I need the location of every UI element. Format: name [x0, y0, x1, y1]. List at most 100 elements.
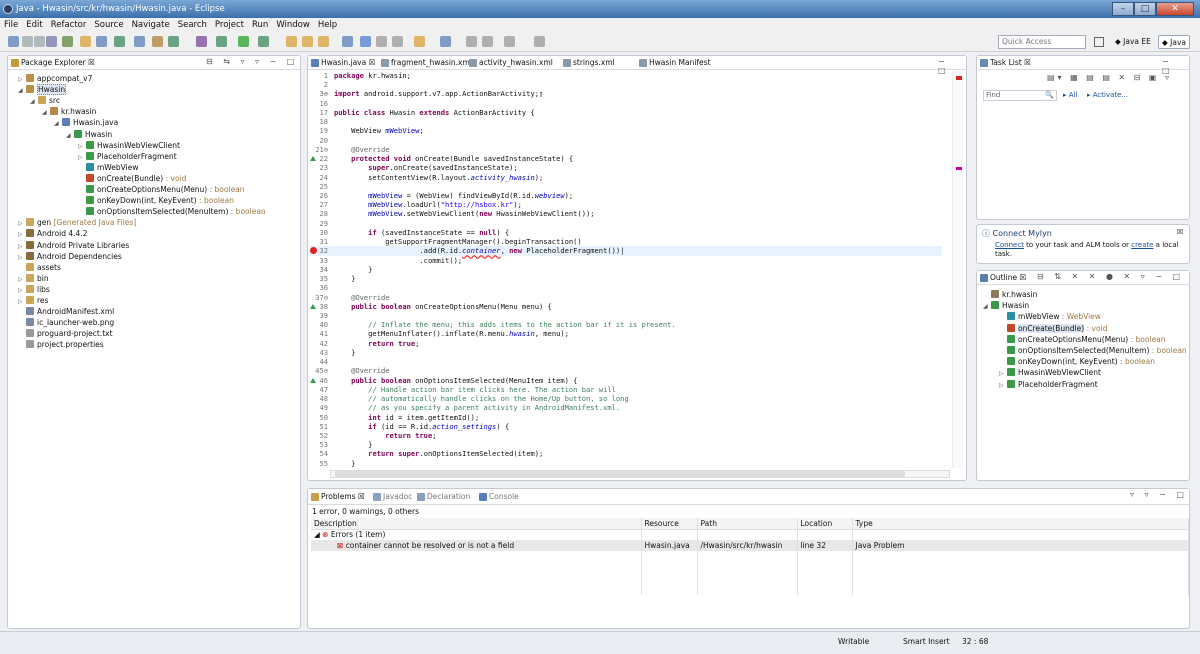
column-resource[interactable]: Resource: [641, 518, 698, 529]
code-line[interactable]: 45⊖ @Override: [310, 366, 942, 375]
code-line[interactable]: 46 public boolean onOptionsItemSelected(…: [310, 376, 942, 385]
code-line[interactable]: 23 super.onCreate(savedInstanceState);: [310, 163, 942, 172]
tree-item[interactable]: onOptionsItemSelected(MenuItem) : boolea…: [78, 206, 266, 217]
error-group-row[interactable]: ◢ ⊗ Errors (1 item): [311, 529, 1189, 540]
expand-icon[interactable]: ▷: [999, 380, 1007, 391]
override-icon[interactable]: [310, 156, 316, 162]
tab-problems[interactable]: Problems ☒: [310, 491, 365, 503]
expand-icon[interactable]: ◢: [983, 301, 991, 312]
code-line[interactable]: 55 }: [310, 459, 942, 468]
quick-access-input[interactable]: Quick Access: [998, 35, 1086, 49]
overview-ruler[interactable]: [952, 71, 964, 468]
code-line[interactable]: 20: [310, 136, 942, 145]
code-line[interactable]: 48 // automatically handle clicks on the…: [310, 394, 942, 403]
toolbar-icon[interactable]: [196, 36, 207, 47]
tree-item[interactable]: ▷ Android Private Libraries: [18, 240, 129, 251]
expand-icon[interactable]: ◢: [66, 130, 74, 141]
code-line[interactable]: 38 public boolean onCreateOptionsMenu(Me…: [310, 302, 942, 311]
toolbar-icon[interactable]: [482, 36, 493, 47]
code-line[interactable]: 47 // Handle action bar item clicks here…: [310, 385, 942, 394]
expand-icon[interactable]: ◢: [42, 107, 50, 118]
toolbar-icon[interactable]: [342, 36, 353, 47]
toolbar-icon[interactable]: [168, 36, 179, 47]
code-line[interactable]: 25: [310, 182, 942, 191]
tree-item[interactable]: ic_launcher-web.png: [18, 317, 114, 328]
connect-link[interactable]: Connect: [995, 241, 1024, 249]
close-tab-icon[interactable]: ☒: [366, 58, 376, 67]
toolbar-icon[interactable]: [34, 36, 45, 47]
outline-item[interactable]: ◢ Hwasin: [983, 300, 1029, 311]
code-line[interactable]: 51 if (id == R.id.action_settings) {: [310, 422, 942, 431]
code-line[interactable]: 3⊕ import android.support.v7.app.ActionBa…: [310, 89, 942, 98]
code-line[interactable]: 2: [310, 80, 942, 89]
toolbar-icon[interactable]: [440, 36, 451, 47]
minimize-button[interactable]: –: [1112, 2, 1134, 16]
menu-source[interactable]: Source: [94, 20, 123, 30]
toolbar-icon[interactable]: [96, 36, 107, 47]
all-filter-link[interactable]: ▸ All: [1063, 91, 1077, 99]
code-line[interactable]: 43 }: [310, 348, 942, 357]
tree-item[interactable]: ▷ gen [Generated Java Files]: [18, 217, 136, 228]
toolbar-icon[interactable]: [360, 36, 371, 47]
outline-item[interactable]: onOptionsItemSelected(MenuItem) : boolea…: [999, 345, 1187, 356]
code-line[interactable]: 33 .commit();: [310, 256, 942, 265]
code-line[interactable]: 34 }: [310, 265, 942, 274]
code-line[interactable]: 24 setContentView(R.layout.activity_hwas…: [310, 173, 942, 182]
view-toolbar[interactable]: ⊟ ⇅ ✕ ✕ ● ✕ ▿ − □: [1037, 272, 1184, 281]
tree-item[interactable]: assets: [18, 262, 61, 273]
view-toolbar[interactable]: ⊟ ⇆ ▿ ▿ − □: [206, 57, 298, 66]
toolbar-icon[interactable]: [22, 36, 33, 47]
tree-item[interactable]: ◢ Hwasin: [66, 129, 112, 140]
tree-item[interactable]: mWebView: [78, 162, 138, 173]
code-line[interactable]: 27 mWebView.loadUrl("http://hsbox.kr");: [310, 200, 942, 209]
menu-help[interactable]: Help: [318, 20, 337, 30]
tab-package-explorer[interactable]: Package Explorer ☒: [10, 57, 95, 69]
tree-item[interactable]: onCreate(Bundle) : void: [78, 173, 186, 184]
toolbar-icon[interactable]: [376, 36, 387, 47]
perspective-java[interactable]: ◆ Java: [1158, 35, 1190, 49]
code-line[interactable]: 17 public class Hwasin extends ActionBarA…: [310, 108, 942, 117]
code-line[interactable]: 50 int id = item.getItemId();: [310, 413, 942, 422]
code-line[interactable]: 37⊖ @Override: [310, 293, 942, 302]
outline-item[interactable]: ▷ PlaceholderFragment: [999, 379, 1098, 390]
code-line[interactable]: 40 // Inflate the menu; this adds items …: [310, 320, 942, 329]
code-line[interactable]: 52 return true;: [310, 431, 942, 440]
column-description[interactable]: Description: [311, 518, 642, 529]
tree-item[interactable]: proguard-project.txt: [18, 328, 113, 339]
toolbar-icon[interactable]: [134, 36, 145, 47]
code-line[interactable]: 53 }: [310, 440, 942, 449]
close-button[interactable]: ✕: [1156, 2, 1194, 16]
error-marker[interactable]: [956, 76, 962, 80]
toolbar-icon[interactable]: [392, 36, 403, 47]
menu-refactor[interactable]: Refactor: [51, 20, 87, 30]
tree-item[interactable]: ▷ bin: [18, 273, 49, 284]
toolbar-icon[interactable]: [414, 36, 425, 47]
problem-row[interactable]: ⊠ container cannot be resolved or is not…: [311, 540, 1189, 551]
toolbar-icon[interactable]: [318, 36, 329, 47]
column-type[interactable]: Type: [852, 518, 1189, 529]
code-line[interactable]: 30 if (savedInstanceState == null) {: [310, 228, 942, 237]
code-line[interactable]: 35 }: [310, 274, 942, 283]
column-location[interactable]: Location: [797, 518, 853, 529]
expand-icon[interactable]: ◢: [30, 96, 38, 107]
error-annotation-marker[interactable]: [956, 167, 962, 170]
code-line[interactable]: 31 getSupportFragmentManager().beginTran…: [310, 237, 942, 246]
column-path[interactable]: Path: [697, 518, 798, 529]
editor-tab[interactable]: fragment_hwasin.xml: [380, 57, 472, 69]
tree-item[interactable]: ▷ Android 4.4.2: [18, 228, 87, 239]
code-line[interactable]: 36: [310, 283, 942, 292]
task-toolbar[interactable]: ▤▾ ▦ ▤ ▤ ✕ ⊟ ▣ ▿: [1047, 73, 1172, 82]
menu-edit[interactable]: Edit: [26, 20, 42, 30]
tab-outline[interactable]: Outline ☒: [979, 272, 1027, 284]
toolbar-icon[interactable]: [534, 36, 545, 47]
horizontal-scrollbar[interactable]: [330, 470, 950, 478]
toolbar-icon[interactable]: [238, 36, 249, 47]
editor-tab[interactable]: Hwasin.java ☒: [310, 57, 376, 69]
code-line[interactable]: 54 return super.onOptionsItemSelected(it…: [310, 449, 942, 458]
activate-link[interactable]: ▸ Activate...: [1087, 91, 1128, 99]
tab-console[interactable]: Console: [478, 491, 519, 503]
toolbar-icon[interactable]: [286, 36, 297, 47]
outline-item[interactable]: ▷ HwasinWebViewClient: [999, 367, 1101, 378]
tree-item[interactable]: ◢ Hwasin.java: [54, 117, 118, 128]
toolbar-icon[interactable]: [62, 36, 73, 47]
